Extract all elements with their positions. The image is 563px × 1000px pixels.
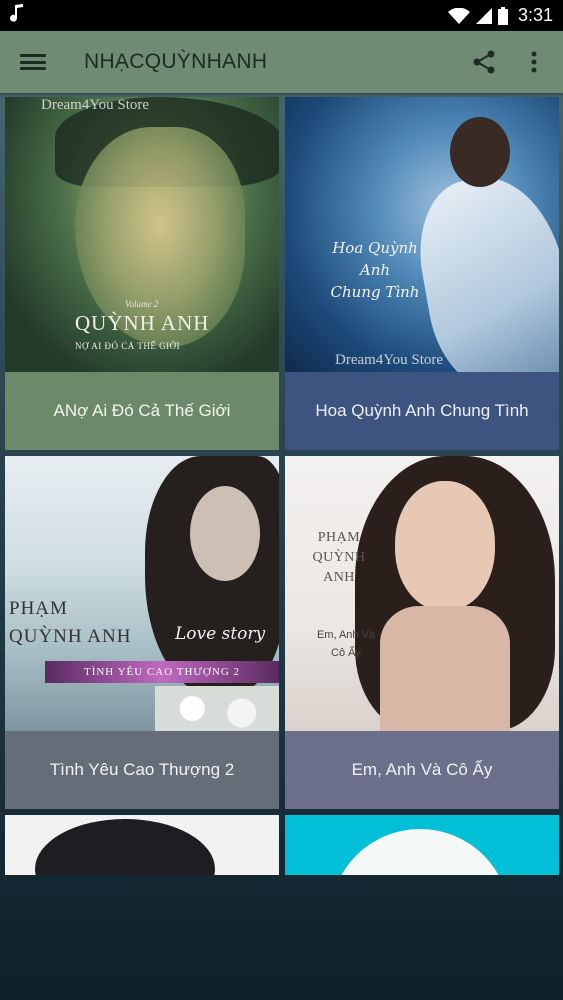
- cover-watermark: Dream4You Store: [41, 97, 150, 113]
- cover-subtitle: NỢ AI ĐÓ CẢ THẾ GIỚI: [75, 341, 181, 351]
- cover-script: Love story: [175, 624, 266, 644]
- cover-script: Hoa Quỳnh Anh Chung Tình: [315, 237, 435, 303]
- cover-hair: [35, 819, 215, 875]
- album-cover: [285, 815, 559, 875]
- cover-sub-line2: Cô Ấy: [331, 647, 361, 659]
- status-time: 3:31: [517, 5, 553, 25]
- cover-title: QUỲNH ANH: [75, 311, 210, 335]
- album-cover: PHẠM QUỲNH ANH Love story TÌNH YÊU CAO T…: [5, 456, 279, 731]
- cover-sub-line1: Em, Anh Và: [316, 629, 376, 641]
- album-card-hoa-quynh-anh-chung-tinh[interactable]: Hoa Quỳnh Anh Chung Tình Dream4You Store…: [285, 97, 559, 450]
- album-cover: Dream4You Store Volume 2 QUỲNH ANH NỢ AI…: [5, 97, 279, 372]
- cover-volume: Volume 2: [125, 299, 159, 309]
- album-card-em-anh-va-co-ay[interactable]: PHẠM QUỲNH ANH Em, Anh Và Cô Ấy Em, Anh …: [285, 456, 559, 809]
- album-caption: Tình Yêu Cao Thượng 2: [5, 731, 279, 809]
- cover-name: PHẠM QUỲNH ANH: [303, 528, 375, 588]
- album-card-partial-5[interactable]: [5, 815, 279, 875]
- cover-watermark: Dream4You Store: [335, 352, 444, 368]
- wifi-icon: [447, 7, 470, 24]
- signal-icon: [475, 7, 492, 24]
- app-bar: NHẠCQUỲNHANH: [0, 31, 563, 93]
- status-left: [10, 3, 24, 28]
- music-note-icon: [10, 3, 24, 28]
- cover-face: [395, 481, 495, 611]
- album-grid: Dream4You Store Volume 2 QUỲNH ANH NỢ AI…: [5, 97, 559, 875]
- cover-script-line1: Hoa Quỳnh Anh: [332, 239, 418, 279]
- status-right: 3:31: [447, 5, 553, 26]
- cover-subtitle: Em, Anh Và Cô Ấy: [301, 626, 391, 662]
- cover-script-line2: Chung Tình: [330, 283, 420, 301]
- battery-icon: [497, 6, 508, 25]
- album-caption: ANợ Ai Đó Cả Thế Giới: [5, 372, 279, 450]
- hamburger-menu-icon[interactable]: [20, 51, 46, 73]
- cover-name-line1: PHẠM: [317, 530, 361, 545]
- app-title: NHẠCQUỲNHANH: [84, 50, 268, 73]
- album-cover: Hoa Quỳnh Anh Chung Tình Dream4You Store: [285, 97, 559, 372]
- cover-name-line1: PHẠM: [9, 598, 68, 619]
- cover-name-line2: QUỲNH ANH: [9, 626, 132, 647]
- more-vert-icon[interactable]: [521, 49, 547, 75]
- album-cover: [5, 815, 279, 875]
- cover-flowers: [155, 686, 279, 731]
- album-cover: PHẠM QUỲNH ANH Em, Anh Và Cô Ấy: [285, 456, 559, 731]
- cover-top: [380, 606, 510, 731]
- cover-band: TÌNH YÊU CAO THƯỢNG 2: [45, 661, 279, 683]
- album-card-tinh-yeu-cao-thuong-2[interactable]: PHẠM QUỲNH ANH Love story TÌNH YÊU CAO T…: [5, 456, 279, 809]
- app-actions: [471, 49, 547, 75]
- album-caption: Em, Anh Và Cô Ấy: [285, 731, 559, 809]
- album-card-partial-6[interactable]: [285, 815, 559, 875]
- cover-head: [450, 117, 510, 187]
- cover-name-line2: QUỲNH: [312, 550, 366, 565]
- cover-face: [190, 486, 260, 581]
- cover-name-line3: ANH: [323, 570, 355, 585]
- album-caption: Hoa Quỳnh Anh Chung Tình: [285, 372, 559, 450]
- album-card-no-ai-do-ca-the-gioi[interactable]: Dream4You Store Volume 2 QUỲNH ANH NỢ AI…: [5, 97, 279, 450]
- cover-circle: [330, 829, 510, 875]
- status-bar: 3:31: [0, 0, 563, 31]
- share-icon[interactable]: [471, 49, 497, 75]
